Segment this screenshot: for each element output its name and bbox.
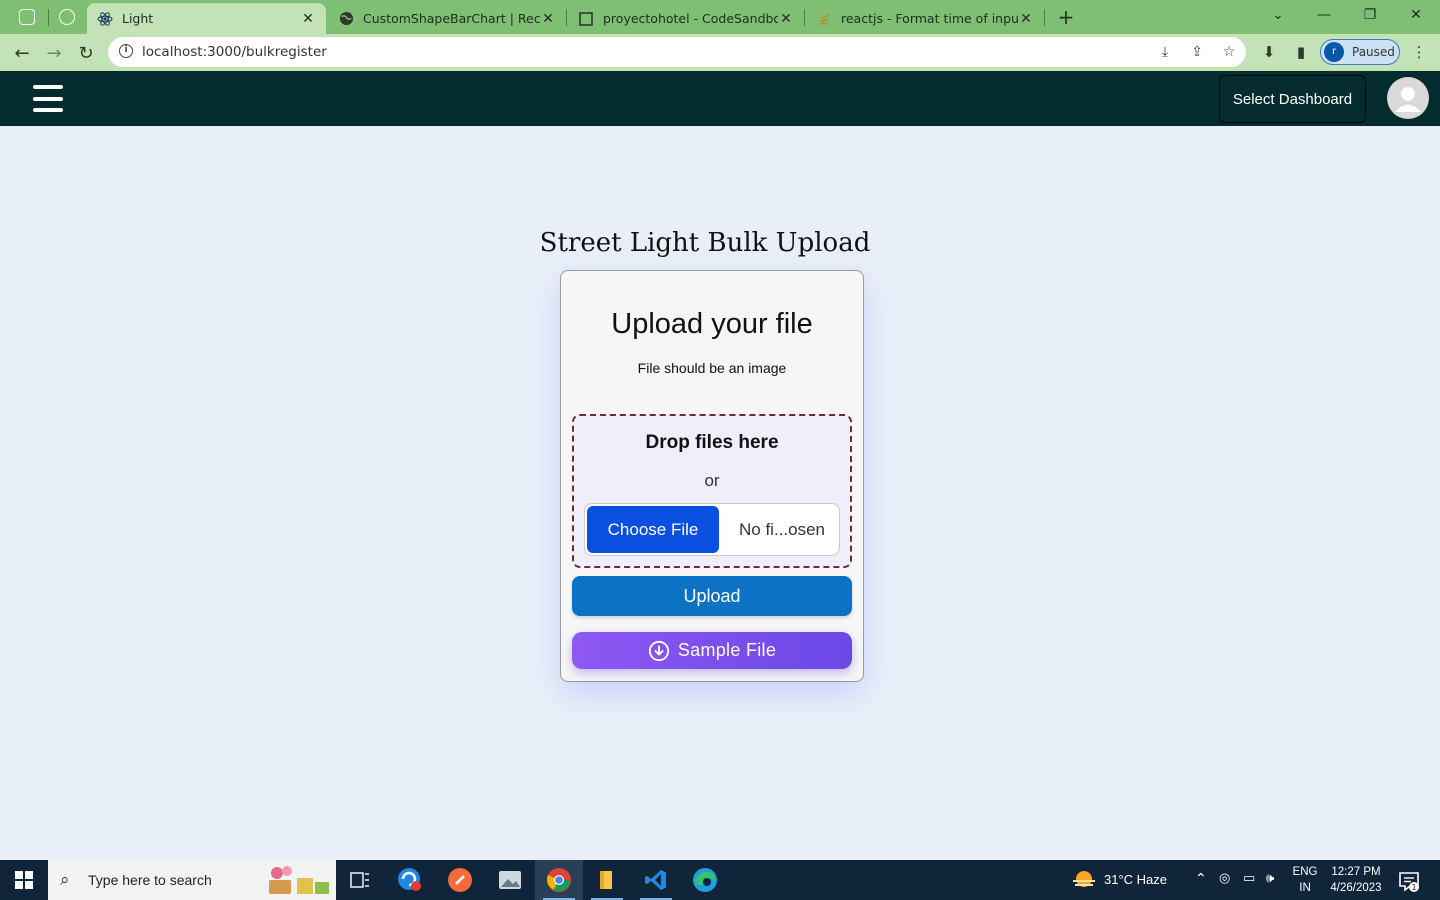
file-input[interactable]: Choose File No fi...osen [584,503,840,556]
chevron-up-icon[interactable]: ⌃ [1195,871,1207,887]
share-icon[interactable]: ⇪ [1188,43,1206,61]
search-highlight-icon [269,866,329,894]
tab-divider [1044,9,1045,26]
pinned-tab-icon [19,9,35,25]
close-icon[interactable]: ✕ [1018,11,1034,27]
window-close-button[interactable]: ✕ [1393,0,1439,30]
postman-icon[interactable] [436,860,484,900]
windows-start-icon[interactable] [0,860,48,900]
codesandbox-icon [578,11,594,27]
network-icon[interactable]: ▭ [1243,871,1255,886]
taskbar-search[interactable]: ⌕ Type here to search [48,860,336,900]
volume-icon[interactable]: 🕪 [1266,871,1274,886]
vscode-icon[interactable] [632,860,680,900]
page-title: Street Light Bulk Upload [539,228,871,258]
tab-title: reactjs - Format time of input typ [841,11,1018,26]
url-text[interactable]: localhost:3000/bulkregister [142,44,327,60]
sample-file-button[interactable]: Sample File [572,632,852,669]
dropzone-or-label: or [704,471,720,490]
tab-title: Light [122,11,154,26]
language-region: IN [1299,882,1311,894]
reload-icon[interactable]: ↻ [72,39,100,67]
bookmark-star-icon[interactable]: ☆ [1220,43,1238,61]
tab-light[interactable]: Light ✕ [87,3,326,34]
profile-avatar: r [1324,42,1344,62]
card-title: Upload your file [611,308,813,340]
tab-recharts[interactable]: CustomShapeBarChart | Recharts ✕ [328,3,566,34]
close-icon[interactable]: ✕ [778,11,794,27]
tab-stackoverflow[interactable]: reactjs - Format time of input typ ✕ [806,3,1044,34]
dropzone-title: Drop files here [645,432,779,453]
no-file-chosen-label: No fi...osen [739,520,825,539]
forward-arrow-icon[interactable]: → [40,39,68,67]
close-icon[interactable]: ✕ [540,11,556,27]
side-panel-icon[interactable]: ▮ [1291,42,1311,62]
system-clock[interactable]: 12:27 PM 4/26/2023 [1326,864,1386,896]
tab-divider [48,9,49,26]
stackoverflow-icon [816,11,832,27]
meet-now-icon[interactable]: ◎ [1219,871,1230,886]
taskbar-search-placeholder: Type here to search [88,872,212,888]
search-icon: ⌕ [60,870,70,890]
tab-divider [804,9,805,26]
new-tab-button[interactable]: + [1053,4,1079,30]
user-avatar-icon[interactable] [1387,77,1429,119]
app-header: Select Dashboard [0,71,1440,126]
weather-text[interactable]: 31°C Haze [1104,872,1167,887]
more-menu-icon[interactable]: ⋮ [1409,42,1429,62]
clock-time: 12:27 PM [1331,866,1381,878]
hamburger-icon[interactable] [33,85,63,112]
os-taskbar: ⌕ Type here to search 31°C Haze ⌃ ◎ ▭ 🕪 … [0,860,1440,900]
task-view-icon[interactable] [336,860,384,900]
downloads-icon[interactable]: ⬇ [1259,42,1279,62]
upload-card: Upload your file File should be an image… [560,270,864,682]
file-explorer-icon[interactable] [583,860,631,900]
browser-tab-strip: Light ✕ CustomShapeBarChart | Recharts ✕… [0,0,1440,34]
card-subtitle: File should be an image [637,360,787,376]
sample-file-label: Sample File [677,640,777,660]
chrome-icon[interactable] [535,860,583,900]
select-dashboard-button[interactable]: Select Dashboard [1219,75,1366,123]
restore-button[interactable]: ❐ [1347,0,1393,30]
pinned-tab-2[interactable] [50,3,84,31]
edge-icon[interactable] [681,860,729,900]
minimize-button[interactable]: — [1301,0,1347,30]
language-code: ENG [1292,866,1318,878]
globe-icon [338,11,354,27]
profile-status: Paused [1352,45,1395,59]
site-info-icon[interactable]: i [119,44,133,58]
mail-app-icon[interactable] [386,860,434,900]
language-indicator[interactable]: ENG IN [1292,864,1318,896]
pinned-tab-icon [59,9,75,25]
upload-button[interactable]: Upload [572,576,852,616]
install-app-icon[interactable]: ⤓ [1156,43,1174,61]
address-bar[interactable]: i localhost:3000/bulkregister ⤓ ⇪ ☆ [108,37,1246,67]
back-arrow-icon[interactable]: ← [8,39,36,67]
tab-title: CustomShapeBarChart | Recharts [363,11,540,26]
browser-toolbar: ← → ↻ i localhost:3000/bulkregister ⤓ ⇪ … [0,34,1440,71]
notification-icon[interactable]: 1 [1397,869,1421,893]
tab-search-chevron-icon[interactable]: ⌄ [1255,0,1301,30]
download-cloud-icon [648,640,669,661]
pinned-tab-1[interactable] [10,3,44,31]
haze-weather-icon [1073,871,1095,887]
tab-title: proyectohotel - CodeSandbox [603,11,778,26]
tab-codesandbox[interactable]: proyectohotel - CodeSandbox ✕ [568,3,804,34]
react-icon [97,11,113,27]
close-icon[interactable]: ✕ [300,11,316,27]
file-dropzone[interactable]: Drop files here or Choose File No fi...o… [572,414,852,568]
notification-count: 1 [1411,883,1416,892]
profile-button[interactable]: r Paused [1320,39,1400,65]
tab-divider [566,9,567,26]
photos-app-icon[interactable] [486,860,534,900]
clock-date: 4/26/2023 [1330,882,1382,894]
choose-file-button[interactable]: Choose File [587,506,719,553]
